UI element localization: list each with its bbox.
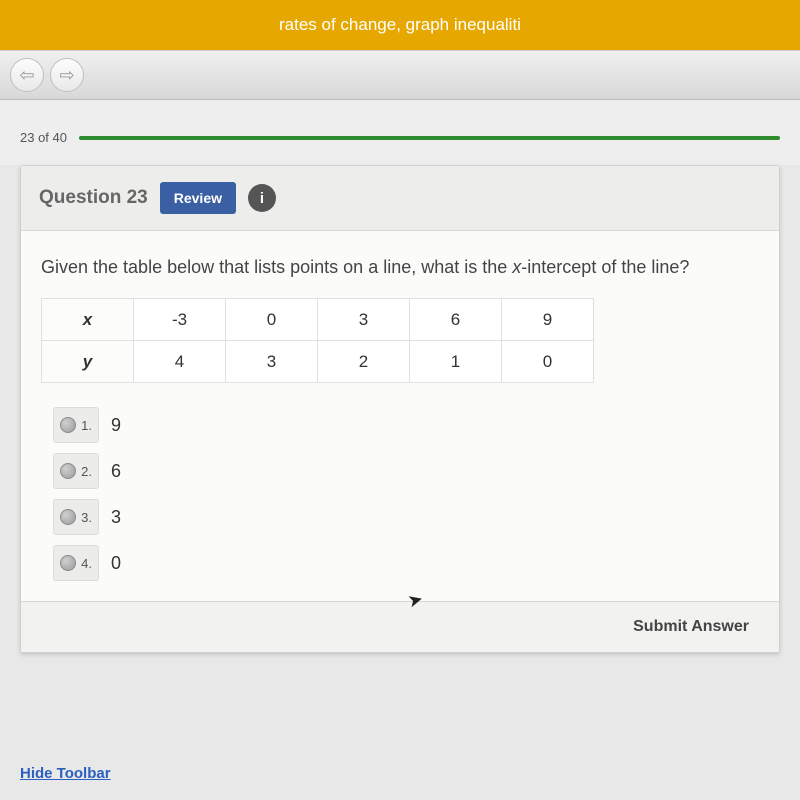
- row-header-x: x: [42, 299, 134, 341]
- table-cell: 1: [410, 341, 502, 383]
- table-cell: 2: [318, 341, 410, 383]
- card-footer: Submit Answer: [21, 601, 779, 652]
- question-number-label: Question 23: [39, 187, 148, 209]
- option-number: 4.: [81, 556, 92, 571]
- radio-box[interactable]: 3.: [53, 499, 99, 535]
- table-row: x -3 0 3 6 9: [42, 299, 594, 341]
- radio-icon: [60, 509, 76, 525]
- table-cell: 0: [226, 299, 318, 341]
- radio-icon: [60, 555, 76, 571]
- table-cell: 6: [410, 299, 502, 341]
- progress-label: 23 of 40: [20, 130, 67, 145]
- question-prompt: Given the table below that lists points …: [41, 255, 759, 280]
- question-card: Question 23 Review i Given the table bel…: [20, 165, 780, 653]
- question-body: Given the table below that lists points …: [21, 231, 779, 601]
- assignment-banner: rates of change, graph inequaliti: [0, 0, 800, 50]
- row-header-y: y: [42, 341, 134, 383]
- radio-box[interactable]: 2.: [53, 453, 99, 489]
- radio-icon: [60, 463, 76, 479]
- table-cell: 0: [502, 341, 594, 383]
- answer-option-3[interactable]: 3. 3: [53, 499, 759, 535]
- prompt-text-pre: Given the table below that lists points …: [41, 257, 512, 277]
- option-value: 6: [111, 461, 121, 482]
- answer-option-2[interactable]: 2. 6: [53, 453, 759, 489]
- info-icon: i: [260, 190, 264, 207]
- navigation-bar: ⇦ ⇨: [0, 50, 800, 100]
- option-value: 9: [111, 415, 121, 436]
- data-table: x -3 0 3 6 9 y 4 3 2 1 0: [41, 298, 594, 383]
- answer-option-4[interactable]: 4. 0: [53, 545, 759, 581]
- radio-box[interactable]: 1.: [53, 407, 99, 443]
- answer-option-1[interactable]: 1. 9: [53, 407, 759, 443]
- table-row: y 4 3 2 1 0: [42, 341, 594, 383]
- option-number: 2.: [81, 464, 92, 479]
- option-value: 0: [111, 553, 121, 574]
- prompt-text-post: -intercept of the line?: [521, 257, 689, 277]
- option-number: 1.: [81, 418, 92, 433]
- table-cell: 3: [318, 299, 410, 341]
- radio-icon: [60, 417, 76, 433]
- progress-row: 23 of 40: [0, 100, 800, 165]
- table-cell: 3: [226, 341, 318, 383]
- progress-bar: [79, 136, 780, 140]
- table-cell: -3: [134, 299, 226, 341]
- info-button[interactable]: i: [248, 184, 276, 212]
- review-button[interactable]: Review: [160, 182, 236, 214]
- banner-subtitle: rates of change, graph inequaliti: [279, 15, 521, 34]
- nav-back-button[interactable]: ⇦: [10, 58, 44, 92]
- hide-toolbar-link[interactable]: Hide Toolbar: [20, 765, 111, 782]
- submit-answer-button[interactable]: Submit Answer: [633, 618, 749, 635]
- question-header: Question 23 Review i: [21, 166, 779, 231]
- option-value: 3: [111, 507, 121, 528]
- prompt-variable: x: [512, 257, 521, 277]
- option-number: 3.: [81, 510, 92, 525]
- table-cell: 9: [502, 299, 594, 341]
- answer-list: 1. 9 2. 6 3. 3 4.: [53, 407, 759, 581]
- arrow-right-icon: ⇨: [59, 65, 74, 86]
- nav-forward-button[interactable]: ⇨: [50, 58, 84, 92]
- table-cell: 4: [134, 341, 226, 383]
- arrow-left-icon: ⇦: [19, 65, 34, 86]
- radio-box[interactable]: 4.: [53, 545, 99, 581]
